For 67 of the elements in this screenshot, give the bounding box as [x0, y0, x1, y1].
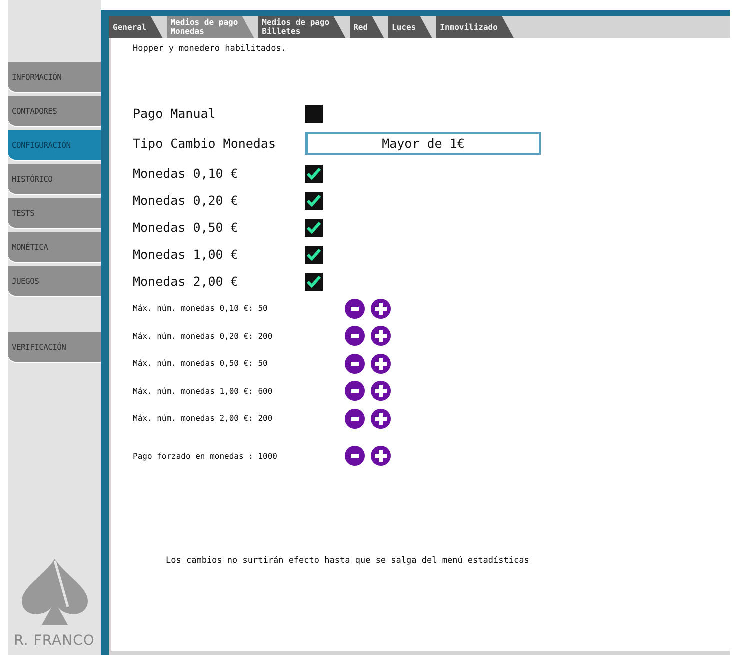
increase-button[interactable] — [371, 408, 391, 429]
sidebar-item[interactable]: INFORMACIÓN — [8, 62, 101, 92]
sidebar-item[interactable]: CONFIGURACIÓN — [8, 130, 101, 160]
plus-icon — [375, 385, 387, 398]
coin-label: Monedas 0,10 € — [133, 166, 240, 181]
limit-label: Máx. núm. monedas 0,50 €: 50 — [133, 359, 269, 368]
logo-text: R. FRANCO — [14, 633, 95, 649]
sidebar-item[interactable]: CONTADORES — [8, 96, 101, 126]
checkmark-icon — [307, 194, 321, 206]
checkbox[interactable] — [305, 192, 323, 210]
increase-button[interactable] — [371, 298, 391, 319]
status-text: Hopper y monedero habilitados. — [133, 44, 287, 54]
sidebar-item[interactable]: VERIFICACIÓN — [8, 332, 101, 362]
plus-icon — [375, 330, 387, 342]
select-field[interactable]: Mayor de 1€ — [305, 132, 541, 155]
tab[interactable]: Medios de pago Billetes — [258, 16, 346, 38]
checkmark-icon — [307, 222, 321, 234]
tab[interactable]: Inmovilizado — [436, 16, 514, 38]
checkmark-icon — [307, 276, 321, 288]
coin-label: Monedas 0,50 € — [133, 220, 240, 235]
coin-label: Monedas 2,00 € — [133, 274, 240, 289]
notice-text: Los cambios no surtirán efecto hasta que se salga del menú estadísticas — [166, 556, 530, 566]
increase-button[interactable] — [371, 381, 391, 402]
forced-payment-label: Pago forzado en monedas : 1000 — [133, 452, 278, 461]
checkbox[interactable] — [305, 246, 323, 264]
coin-label: Monedas 1,00 € — [133, 247, 240, 262]
increase-button[interactable] — [371, 326, 391, 346]
limit-label: Máx. núm. monedas 0,20 €: 200 — [133, 332, 274, 341]
tab[interactable]: Luces — [388, 16, 432, 38]
minus-icon — [351, 362, 359, 366]
checkbox[interactable] — [305, 164, 323, 182]
limit-label: Máx. núm. monedas 0,10 €: 50 — [133, 304, 269, 314]
tab[interactable]: Medios de pago Monedas — [166, 16, 254, 38]
increase-button[interactable] — [371, 446, 391, 466]
checkmark-icon — [307, 168, 321, 180]
setting-label: Pago Manual — [133, 106, 217, 121]
sidebar-item[interactable]: JUEGOS — [8, 266, 101, 296]
minus-icon — [351, 306, 359, 311]
tab[interactable]: General — [109, 16, 163, 38]
plus-icon — [375, 450, 387, 462]
increase-button[interactable] — [371, 354, 391, 374]
limit-label: Máx. núm. monedas 2,00 €: 200 — [133, 414, 274, 424]
plus-icon — [375, 302, 387, 315]
checkbox[interactable] — [305, 104, 323, 122]
checkbox[interactable] — [305, 272, 323, 290]
limit-label: Máx. núm. monedas 1,00 €: 600 — [133, 386, 274, 396]
decrease-button[interactable] — [345, 326, 365, 346]
decrease-button[interactable] — [345, 408, 365, 429]
minus-icon — [351, 334, 359, 338]
decrease-button[interactable] — [345, 381, 365, 402]
plus-icon — [375, 358, 387, 370]
sidebar-item[interactable]: MONÉTICA — [8, 232, 101, 262]
coin-label: Monedas 0,20 € — [133, 193, 240, 208]
minus-icon — [351, 389, 359, 394]
checkbox[interactable] — [305, 218, 323, 236]
tab[interactable]: Red — [350, 16, 384, 38]
decrease-button[interactable] — [345, 446, 365, 466]
checkmark-icon — [307, 248, 321, 260]
sidebar-item[interactable]: TESTS — [8, 198, 101, 228]
sidebar-item[interactable]: HISTÓRICO — [8, 164, 101, 194]
decrease-button[interactable] — [345, 354, 365, 374]
minus-icon — [351, 454, 359, 458]
decrease-button[interactable] — [345, 298, 365, 319]
spade-logo-icon — [20, 559, 90, 625]
setting-label: Tipo Cambio Monedas — [133, 136, 277, 151]
minus-icon — [351, 416, 359, 421]
plus-icon — [375, 412, 387, 425]
